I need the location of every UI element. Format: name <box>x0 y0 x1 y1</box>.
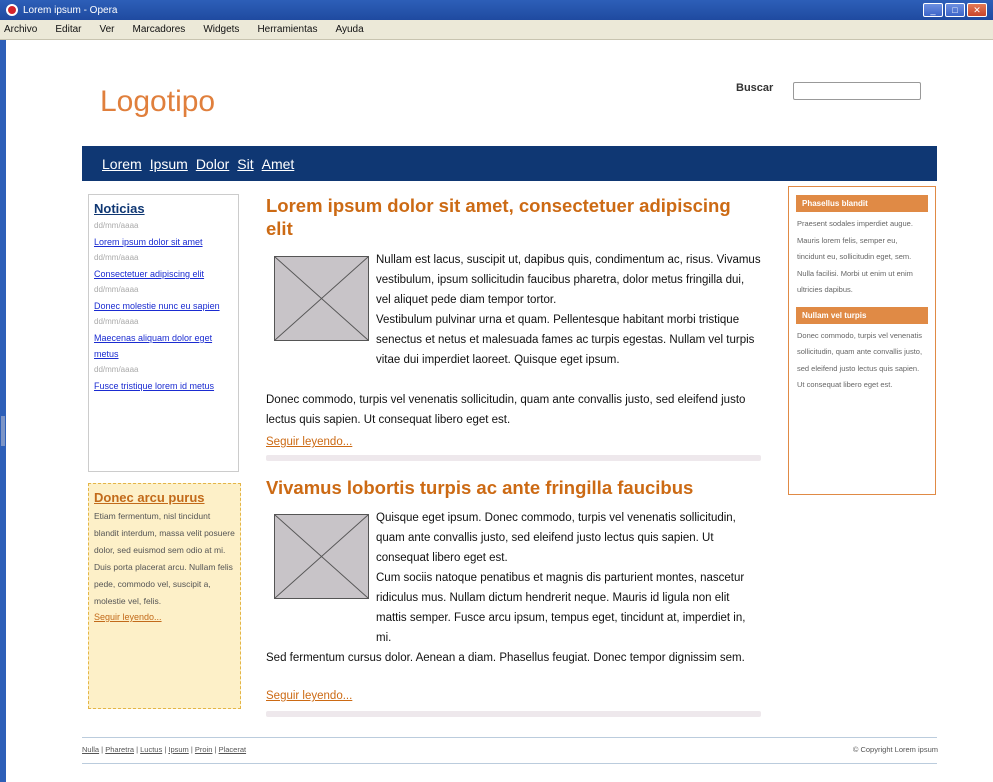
footer-link[interactable]: Pharetra <box>105 745 134 754</box>
article-divider <box>266 455 761 461</box>
close-icon[interactable]: ✕ <box>967 3 987 17</box>
article-paragraph: Nullam est lacus, suscipit ut, dapibus q… <box>376 254 761 306</box>
sidebar-heading: Phasellus blandit <box>796 195 928 212</box>
sidebar-text: Donec commodo, turpis vel venenatis soll… <box>797 330 923 390</box>
main-nav: Lorem Ipsum Dolor Sit Amet <box>82 146 937 181</box>
news-date: dd/mm/aaaa <box>94 317 139 326</box>
footer-link[interactable]: Luctus <box>140 745 162 754</box>
news-link[interactable]: Fusce tristique lorem id metus <box>94 378 233 394</box>
promo-read-more-link[interactable]: Seguir leyendo... <box>94 610 235 625</box>
news-link[interactable]: Lorem ipsum dolor sit amet <box>94 234 233 250</box>
nav-item-lorem[interactable]: Lorem <box>102 156 142 172</box>
promo-text: Duis porta placerat arcu. Nullam felis p… <box>94 562 233 606</box>
menu-ayuda[interactable]: Ayuda <box>335 24 363 35</box>
news-box: Noticias dd/mm/aaaa Lorem ipsum dolor si… <box>88 194 239 472</box>
read-more-link[interactable]: Seguir leyendo... <box>266 436 352 448</box>
menu-ver[interactable]: Ver <box>99 24 114 35</box>
image-placeholder-icon <box>274 256 369 341</box>
minimize-icon[interactable]: _ <box>923 3 943 17</box>
footer-divider <box>82 737 937 738</box>
article-paragraph: Sed fermentum cursus dolor. Aenean a dia… <box>266 652 745 664</box>
promo-text: Etiam fermentum, nisl tincidunt blandit … <box>94 511 235 555</box>
news-date: dd/mm/aaaa <box>94 221 139 230</box>
menu-widgets[interactable]: Widgets <box>203 24 239 35</box>
article-paragraph: Donec commodo, turpis vel venenatis soll… <box>266 394 746 426</box>
news-title[interactable]: Noticias <box>94 201 233 216</box>
menu-marcadores[interactable]: Marcadores <box>133 24 186 35</box>
footer-link[interactable]: Placerat <box>219 745 247 754</box>
promo-box: Donec arcu purus Etiam fermentum, nisl t… <box>88 483 241 709</box>
search-input[interactable] <box>793 82 921 100</box>
article-title[interactable]: Vivamus lobortis turpis ac ante fringill… <box>266 476 761 499</box>
article-divider <box>266 711 761 717</box>
footer-links: Nulla | Pharetra | Luctus | Ipsum | Proi… <box>82 745 247 754</box>
opera-icon <box>6 4 18 16</box>
news-link[interactable]: Donec molestie nunc eu sapien <box>94 298 233 314</box>
read-more-link[interactable]: Seguir leyendo... <box>266 690 352 702</box>
footer-link[interactable]: Ipsum <box>168 745 188 754</box>
article: Lorem ipsum dolor sit amet, consectetuer… <box>266 194 761 464</box>
menu-editar[interactable]: Editar <box>55 24 81 35</box>
maximize-icon[interactable]: □ <box>945 3 965 17</box>
article-paragraph: Cum sociis natoque penatibus et magnis d… <box>376 572 746 644</box>
article-title[interactable]: Lorem ipsum dolor sit amet, consectetuer… <box>266 194 761 240</box>
footer-link[interactable]: Proin <box>195 745 213 754</box>
menu-herramientas[interactable]: Herramientas <box>257 24 317 35</box>
window-left-border <box>0 40 6 782</box>
panel-toggle-handle[interactable] <box>1 416 5 446</box>
search-label: Buscar <box>736 82 774 94</box>
sidebar-heading: Nullam vel turpis <box>796 306 928 324</box>
window-controls: _ □ ✕ <box>923 3 987 17</box>
nav-item-sit[interactable]: Sit <box>237 156 253 172</box>
news-link[interactable]: Maecenas aliquam dolor eget metus <box>94 330 233 362</box>
news-date: dd/mm/aaaa <box>94 253 139 262</box>
article-paragraph: Vestibulum pulvinar urna et quam. Pellen… <box>376 314 755 366</box>
menu-archivo[interactable]: Archivo <box>4 24 37 35</box>
site-logo[interactable]: Logotipo <box>100 85 215 119</box>
menu-bar: Archivo Editar Ver Marcadores Widgets He… <box>0 20 993 40</box>
sidebar-text: Praesent sodales imperdiet augue. Mauris… <box>797 219 913 294</box>
nav-item-dolor[interactable]: Dolor <box>196 156 229 172</box>
footer-link[interactable]: Nulla <box>82 745 99 754</box>
news-date: dd/mm/aaaa <box>94 365 139 374</box>
window-titlebar: Lorem ipsum - Opera _ □ ✕ <box>0 0 993 20</box>
right-sidebar: Phasellus blandit Praesent sodales imper… <box>788 186 936 495</box>
copyright-text: © Copyright Lorem ipsum <box>852 745 938 754</box>
nav-item-ipsum[interactable]: Ipsum <box>150 156 188 172</box>
promo-title[interactable]: Donec arcu purus <box>94 490 235 505</box>
image-placeholder-icon <box>274 514 369 599</box>
window-title: Lorem ipsum - Opera <box>23 4 118 16</box>
news-date: dd/mm/aaaa <box>94 285 139 294</box>
news-link[interactable]: Consectetuer adipiscing elit <box>94 266 233 282</box>
article-paragraph: Quisque eget ipsum. Donec commodo, turpi… <box>376 512 736 564</box>
footer-divider <box>82 763 937 764</box>
article: Vivamus lobortis turpis ac ante fringill… <box>266 476 761 721</box>
nav-item-amet[interactable]: Amet <box>262 156 295 172</box>
